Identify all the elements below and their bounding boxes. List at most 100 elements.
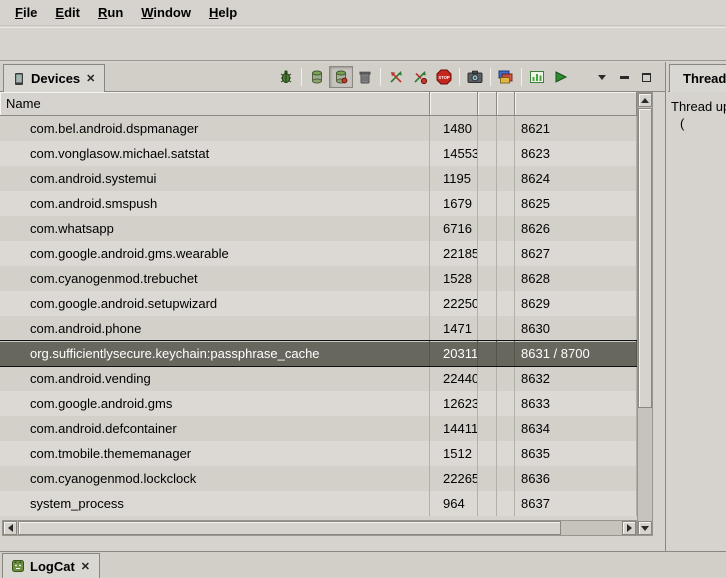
column-header-pid[interactable]	[430, 92, 478, 115]
cell-empty	[478, 341, 497, 366]
trash-icon	[357, 69, 373, 85]
menu-item[interactable]: File	[6, 2, 46, 23]
opengl-trace-button[interactable]	[549, 66, 573, 88]
table-row[interactable]: com.google.android.setupwizard 22250 862…	[0, 291, 637, 316]
process-pid: 12623	[430, 391, 478, 416]
menu-item[interactable]: Run	[89, 2, 132, 23]
threads-panel: Threads Thread up (	[668, 62, 726, 551]
stop-process-button[interactable]: STOP	[432, 66, 456, 88]
process-pid: 964	[430, 491, 478, 516]
table-row[interactable]: com.whatsapp 6716 8626	[0, 216, 637, 241]
table-row[interactable]: com.google.android.gms 12623 8633	[0, 391, 637, 416]
systrace-icon	[529, 69, 545, 85]
horizontal-scrollbar-thumb[interactable]	[18, 521, 561, 535]
cell-empty	[478, 216, 497, 241]
process-pid: 14411	[430, 416, 478, 441]
process-port: 8624	[515, 166, 637, 191]
cell-empty	[497, 366, 515, 391]
process-name: com.whatsapp	[0, 216, 430, 241]
menu-item[interactable]: Edit	[46, 2, 89, 23]
tab-close-icon[interactable]: ✕	[80, 560, 91, 573]
scroll-left-button[interactable]	[3, 521, 17, 535]
vertical-scrollbar[interactable]	[637, 92, 653, 536]
table-row[interactable]: com.android.vending 22440 8632	[0, 366, 637, 391]
process-pid: 1679	[430, 191, 478, 216]
screen-capture-button[interactable]	[463, 66, 487, 88]
view-menu-button[interactable]	[591, 66, 613, 88]
update-threads-icon	[388, 69, 404, 85]
cell-empty	[497, 291, 515, 316]
menu-item[interactable]: Window	[132, 2, 200, 23]
cell-empty	[497, 416, 515, 441]
table-row[interactable]: com.bel.android.dspmanager 1480 8621	[0, 116, 637, 141]
chevron-down-icon	[598, 75, 606, 80]
column-header-name[interactable]: Name	[0, 92, 430, 115]
devices-panel: Devices ✕	[0, 62, 666, 551]
column-header-b[interactable]	[497, 92, 515, 115]
table-row[interactable]: com.android.smspush 1679 8625	[0, 191, 637, 216]
tab-devices[interactable]: Devices ✕	[3, 64, 105, 92]
table-row[interactable]: org.sufficientlysecure.keychain:passphra…	[0, 341, 637, 366]
threads-message: Thread up (	[671, 98, 726, 132]
process-name: com.android.systemui	[0, 166, 430, 191]
table-row[interactable]: com.android.systemui 1195 8624	[0, 166, 637, 191]
logcat-icon	[11, 559, 25, 573]
view-hierarchy-icon	[498, 69, 514, 85]
table-row[interactable]: com.vonglasow.michael.satstat 14553 8623	[0, 141, 637, 166]
process-pid: 22265	[430, 466, 478, 491]
table-row[interactable]: com.android.phone 1471 8630	[0, 316, 637, 341]
process-port: 8631 / 8700	[515, 341, 637, 366]
process-name: com.android.phone	[0, 316, 430, 341]
process-name: com.google.android.gms	[0, 391, 430, 416]
column-header-port[interactable]	[515, 92, 637, 115]
devices-toolbar: STOP	[274, 65, 657, 89]
cause-gc-button[interactable]	[353, 66, 377, 88]
cell-empty	[478, 316, 497, 341]
process-name: com.google.android.gms.wearable	[0, 241, 430, 266]
dump-hprof-button[interactable]	[329, 66, 353, 88]
table-row[interactable]: system_process 964 8637	[0, 491, 637, 516]
table-row[interactable]: com.tmobile.thememanager 1512 8635	[0, 441, 637, 466]
minimize-button[interactable]	[613, 66, 635, 88]
systrace-button[interactable]	[525, 66, 549, 88]
process-pid: 1512	[430, 441, 478, 466]
column-header-a[interactable]	[478, 92, 497, 115]
toolbar-separator	[380, 68, 381, 86]
process-port: 8621	[515, 116, 637, 141]
vertical-scrollbar-thumb[interactable]	[638, 108, 652, 408]
dump-view-hierarchy-button[interactable]	[494, 66, 518, 88]
process-name: com.google.android.setupwizard	[0, 291, 430, 316]
cell-empty	[478, 466, 497, 491]
arrow-up-icon	[641, 98, 649, 103]
process-pid: 1471	[430, 316, 478, 341]
table-row[interactable]: com.cyanogenmod.lockclock 22265 8636	[0, 466, 637, 491]
cell-empty	[478, 116, 497, 141]
cell-empty	[478, 191, 497, 216]
maximize-icon	[642, 73, 651, 82]
tab-close-icon[interactable]: ✕	[85, 72, 96, 85]
menu-item[interactable]: Help	[200, 2, 246, 23]
process-port: 8629	[515, 291, 637, 316]
device-icon	[12, 72, 26, 86]
tab-threads[interactable]: Threads	[669, 64, 726, 92]
cell-empty	[497, 441, 515, 466]
maximize-button[interactable]	[635, 66, 657, 88]
horizontal-scrollbar[interactable]	[2, 520, 637, 536]
table-row[interactable]: com.google.android.gms.wearable 22185 86…	[0, 241, 637, 266]
debug-process-button[interactable]	[274, 66, 298, 88]
process-pid: 1195	[430, 166, 478, 191]
scroll-right-button[interactable]	[622, 521, 636, 535]
update-heap-button[interactable]	[305, 66, 329, 88]
toolbar-separator	[490, 68, 491, 86]
tab-logcat[interactable]: LogCat ✕	[2, 553, 100, 578]
update-threads-button[interactable]	[384, 66, 408, 88]
table-row[interactable]: com.android.defcontainer 14411 8634	[0, 416, 637, 441]
arrow-right-icon	[627, 524, 632, 532]
cell-empty	[478, 366, 497, 391]
method-profiling-button[interactable]	[408, 66, 432, 88]
process-name: com.android.smspush	[0, 191, 430, 216]
process-pid: 22185	[430, 241, 478, 266]
scroll-down-button[interactable]	[638, 521, 652, 535]
table-row[interactable]: com.cyanogenmod.trebuchet 1528 8628	[0, 266, 637, 291]
scroll-up-button[interactable]	[638, 93, 652, 107]
